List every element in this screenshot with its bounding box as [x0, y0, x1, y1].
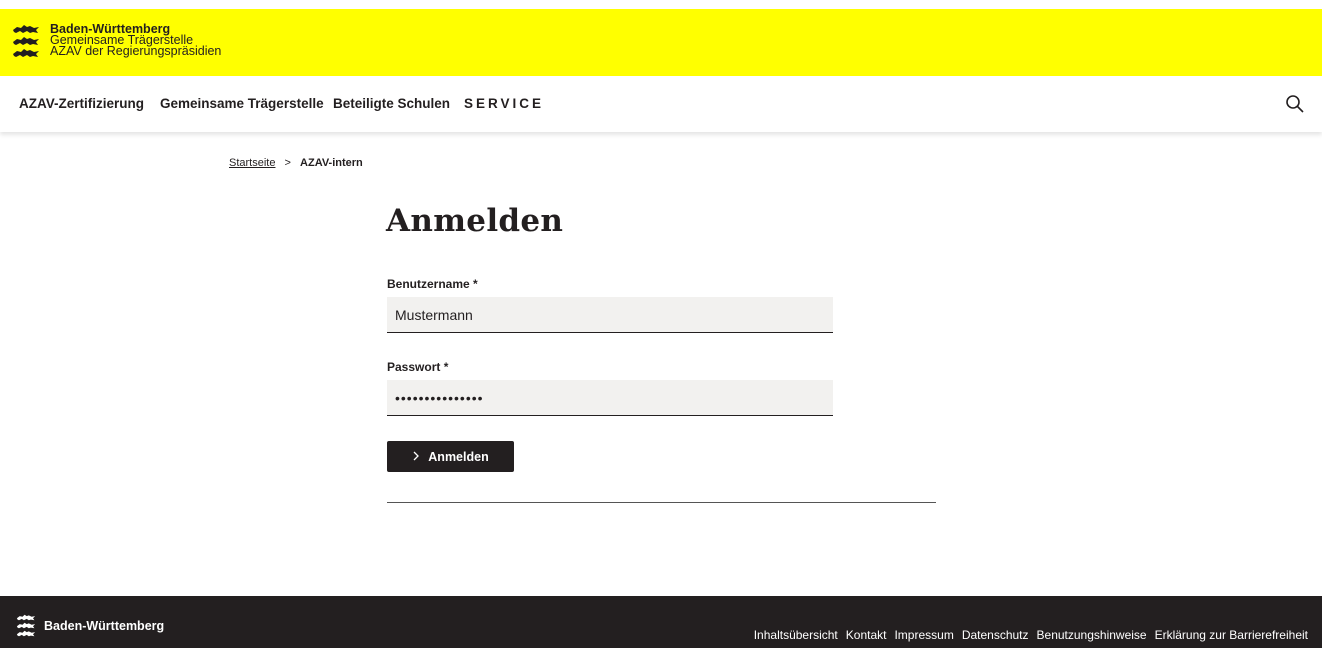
footer-link-barrierefreiheit[interactable]: Erklärung zur Barrierefreiheit — [1155, 628, 1308, 642]
site-header: Baden-Württemberg Gemeinsame Trägerstell… — [0, 9, 1322, 76]
password-input[interactable] — [387, 380, 833, 416]
footer-links: Inhaltsübersicht Kontakt Impressum Daten… — [754, 628, 1308, 642]
nav-item-service[interactable]: SERVICE — [464, 96, 544, 111]
username-input[interactable] — [387, 297, 833, 333]
breadcrumb: Startseite > AZAV-intern — [229, 157, 363, 169]
nav-item-gemeinsame-traegerstelle[interactable]: Gemeinsame Trägerstelle — [160, 96, 324, 111]
main-nav: AZAV-Zertifizierung Gemeinsame Trägerste… — [0, 76, 1322, 132]
page-title: Anmelden — [386, 203, 564, 239]
site-footer: Baden-Württemberg Inhaltsübersicht Konta… — [0, 596, 1322, 648]
top-band — [0, 0, 1322, 9]
footer-lions-icon — [16, 614, 36, 637]
logo-subtitle-2: AZAV der Regierungspräsidien — [50, 44, 222, 58]
password-label: Passwort * — [387, 360, 449, 374]
breadcrumb-home-link[interactable]: Startseite — [229, 157, 275, 169]
chevron-right-icon — [412, 450, 420, 464]
form-divider — [387, 502, 936, 503]
breadcrumb-separator: > — [284, 157, 291, 169]
login-button-label: Anmelden — [428, 449, 489, 464]
search-icon[interactable] — [1285, 94, 1305, 114]
nav-item-beteiligte-schulen[interactable]: Beteiligte Schulen — [333, 96, 450, 111]
footer-link-datenschutz[interactable]: Datenschutz — [962, 628, 1029, 642]
footer-link-kontakt[interactable]: Kontakt — [846, 628, 887, 642]
footer-logo[interactable]: Baden-Württemberg — [16, 614, 164, 637]
footer-title: Baden-Württemberg — [44, 618, 165, 633]
nav-item-azav-zertifizierung[interactable]: AZAV-Zertifizierung — [19, 96, 144, 111]
lions-emblem-icon — [12, 24, 40, 58]
breadcrumb-current: AZAV-intern — [300, 157, 363, 169]
username-label: Benutzername * — [387, 277, 478, 291]
footer-link-inhaltsuebersicht[interactable]: Inhaltsübersicht — [754, 628, 838, 642]
brand-logo[interactable]: Baden-Württemberg Gemeinsame Trägerstell… — [12, 23, 222, 58]
login-button[interactable]: Anmelden — [387, 441, 514, 472]
footer-link-impressum[interactable]: Impressum — [894, 628, 953, 642]
footer-link-benutzungshinweise[interactable]: Benutzungshinweise — [1037, 628, 1147, 642]
